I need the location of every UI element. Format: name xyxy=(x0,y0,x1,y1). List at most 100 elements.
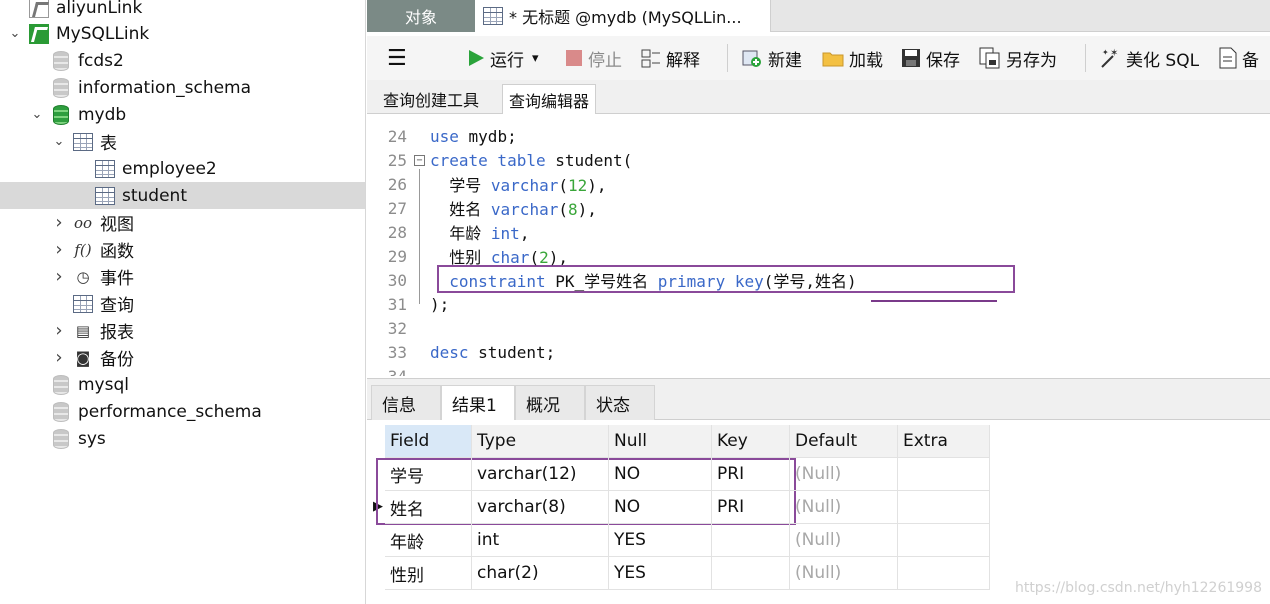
tree-item-label: 表 xyxy=(100,134,117,154)
tree-item-label: 报表 xyxy=(100,323,134,343)
table-cell[interactable]: 性别 xyxy=(385,557,472,590)
backups-icon: ◙ xyxy=(75,348,91,367)
menu-icon: ☰ xyxy=(387,45,407,71)
connection-icon xyxy=(28,23,50,45)
tab-query[interactable]: * 无标题 @mydb (MySQLLin... xyxy=(475,0,771,32)
code-text: use mydb; xyxy=(430,126,517,146)
table-cell[interactable] xyxy=(898,524,990,557)
result-tab-3[interactable]: 状态 xyxy=(585,385,655,420)
tree-item-node-8[interactable]: › oo 视图 xyxy=(0,209,365,236)
chevron-right-icon[interactable]: › xyxy=(52,347,66,368)
tree-item-node-10[interactable]: › ◷ 事件 xyxy=(0,263,365,290)
table-cell[interactable]: varchar(8) xyxy=(472,491,609,524)
table-cell[interactable] xyxy=(712,557,790,590)
result-grid[interactable]: ▶ https://blog.csdn.net/hyh12261998 Fiel… xyxy=(367,421,1270,604)
toolbar-separator xyxy=(727,44,728,72)
table-cell[interactable] xyxy=(898,491,990,524)
chevron-right-icon[interactable]: › xyxy=(52,320,66,341)
load-button[interactable]: 加载 xyxy=(822,36,883,80)
table-cell[interactable]: varchar(12) xyxy=(472,458,609,491)
table-cell[interactable]: (Null) xyxy=(790,557,898,590)
tree-item-node-7[interactable]: student xyxy=(0,182,365,209)
menu-button[interactable]: ☰ xyxy=(387,36,407,80)
table-cell[interactable]: NO xyxy=(609,458,712,491)
column-header-field[interactable]: Field xyxy=(385,425,472,458)
result-tab-0[interactable]: 信息 xyxy=(371,385,441,420)
database-icon xyxy=(50,374,72,396)
table-cell[interactable]: (Null) xyxy=(790,458,898,491)
tree-item-node-6[interactable]: employee2 xyxy=(0,155,365,182)
document-icon xyxy=(1219,47,1237,69)
chevron-right-icon[interactable]: › xyxy=(52,212,66,233)
watermark: https://blog.csdn.net/hyh12261998 xyxy=(1014,580,1262,596)
tree-item-mysql[interactable]: mysql xyxy=(0,371,365,398)
tree-item-node-9[interactable]: › f() 函数 xyxy=(0,236,365,263)
table-cell[interactable] xyxy=(898,458,990,491)
chevron-right-icon[interactable]: › xyxy=(52,239,66,260)
table-cell[interactable]: 姓名 xyxy=(385,491,472,524)
chevron-right-icon[interactable]: › xyxy=(52,266,66,287)
tree-item-sys[interactable]: sys xyxy=(0,425,365,452)
table-cell[interactable]: 学号 xyxy=(385,458,472,491)
connection-gray-icon xyxy=(28,0,50,19)
tree-item-node-13[interactable]: › ◙ 备份 xyxy=(0,344,365,371)
chevron-down-icon[interactable]: ⌄ xyxy=(8,26,22,41)
chevron-down-icon[interactable]: ⌄ xyxy=(30,107,44,122)
tree-item-node-12[interactable]: › ▤ 报表 xyxy=(0,317,365,344)
tab-query-editor[interactable]: 查询编辑器 xyxy=(502,84,597,114)
tree-item-label: employee2 xyxy=(122,158,217,179)
tree-item-node-11[interactable]: 查询 xyxy=(0,290,365,317)
sql-editor[interactable]: 24 use mydb; 25− create table student(26 学号… xyxy=(367,114,1270,376)
tables-icon xyxy=(72,131,94,153)
query-subtabs: 查询创建工具 查询编辑器 xyxy=(367,80,1270,114)
tree-item-label: 视图 xyxy=(100,215,134,235)
tree-item-node-4[interactable]: ⌄ mydb xyxy=(0,101,365,128)
tree-item-node-2[interactable]: fcds2 xyxy=(0,47,365,74)
tree-item-information-schema[interactable]: information_schema xyxy=(0,74,365,101)
tab-query-builder[interactable]: 查询创建工具 xyxy=(377,84,485,114)
events-icon: ◷ xyxy=(76,267,90,286)
code-text: 性别 char(2), xyxy=(430,248,568,267)
chevron-down-icon[interactable]: ⌄ xyxy=(52,134,66,149)
column-header-null[interactable]: Null xyxy=(609,425,712,458)
result-tab-1[interactable]: 结果1 xyxy=(441,385,515,420)
explain-button[interactable]: 解释 xyxy=(641,36,700,80)
new-button[interactable]: 新建 xyxy=(741,36,802,80)
column-header-default[interactable]: Default xyxy=(790,425,898,458)
table-cell[interactable]: (Null) xyxy=(790,524,898,557)
table-cell[interactable]: PRI xyxy=(712,458,790,491)
line-number: 27 xyxy=(387,198,407,218)
beautify-sql-button[interactable]: ✶ ✦ 美化 SQL xyxy=(1099,36,1199,80)
table-cell[interactable]: 年龄 xyxy=(385,524,472,557)
save-button[interactable]: 保存 xyxy=(901,36,960,80)
column-header-type[interactable]: Type xyxy=(472,425,609,458)
table-cell[interactable] xyxy=(898,557,990,590)
table-cell[interactable]: PRI xyxy=(712,491,790,524)
tree-item-mysqllink[interactable]: ⌄ MySQLLink xyxy=(0,20,365,47)
fold-toggle-icon[interactable]: − xyxy=(414,154,425,166)
table-cell[interactable]: char(2) xyxy=(472,557,609,590)
code-text: desc student; xyxy=(430,342,556,362)
tree-item-node-5[interactable]: ⌄ 表 xyxy=(0,128,365,155)
table-cell[interactable]: int xyxy=(472,524,609,557)
stop-button[interactable]: 停止 xyxy=(565,36,622,80)
database-icon xyxy=(50,401,72,423)
table-cell[interactable] xyxy=(712,524,790,557)
column-header-key[interactable]: Key xyxy=(712,425,790,458)
backup-button[interactable]: 备 xyxy=(1219,36,1259,80)
save-as-button[interactable]: 另存为 xyxy=(979,36,1057,80)
table-cell[interactable]: NO xyxy=(609,491,712,524)
table-cell[interactable]: YES xyxy=(609,524,712,557)
column-header-extra[interactable]: Extra xyxy=(898,425,990,458)
tree-item-performance-schema[interactable]: performance_schema xyxy=(0,398,365,425)
result-tab-2[interactable]: 概况 xyxy=(515,385,585,420)
tree-item-label: performance_schema xyxy=(78,401,262,422)
table-cell[interactable]: YES xyxy=(609,557,712,590)
table-cell[interactable]: (Null) xyxy=(790,491,898,524)
tree-item-label: fcds2 xyxy=(78,50,124,71)
tab-object[interactable]: 对象 xyxy=(367,0,475,32)
run-dropdown-icon[interactable]: ▾ xyxy=(532,51,539,66)
tree-item-aliyunlink[interactable]: aliyunLink xyxy=(0,0,365,21)
run-button[interactable]: 运行 ▾ xyxy=(467,36,539,80)
tree-item-label: 查询 xyxy=(100,296,134,316)
